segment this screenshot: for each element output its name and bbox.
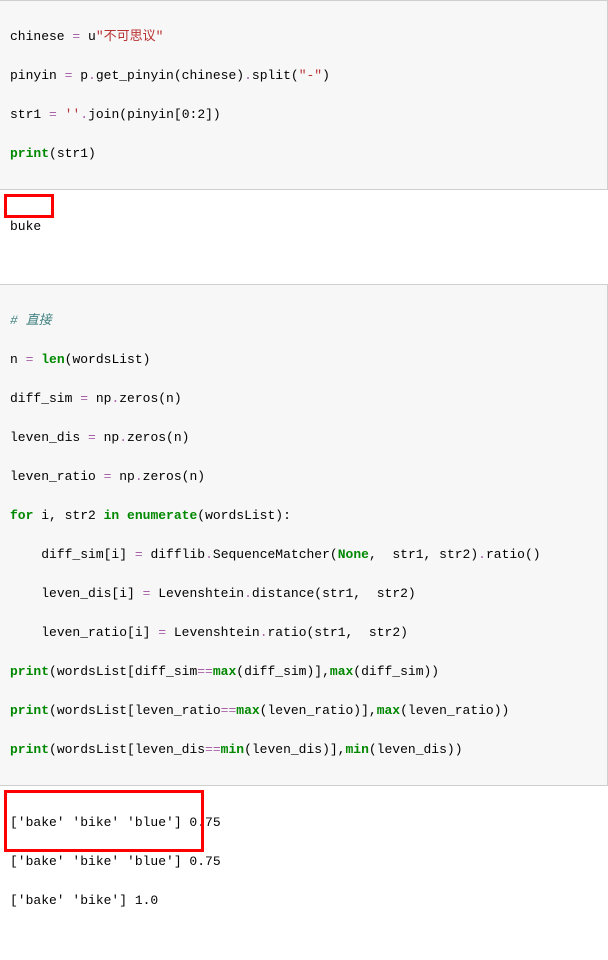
code-line: print(wordsList[leven_ratio==max(leven_r…: [10, 701, 597, 721]
output-text: ['bake' 'bike' 'blue'] 0.75: [10, 852, 598, 872]
code-line: pinyin = p.get_pinyin(chinese).split("-"…: [10, 66, 597, 86]
code-line: # 直接: [10, 311, 597, 331]
code-line: n = len(wordsList): [10, 350, 597, 370]
output-cell-2: ['bake' 'bike' 'blue'] 0.75 ['bake' 'bik…: [0, 786, 608, 960]
code-cell-1: chinese = u"不可思议" pinyin = p.get_pinyin(…: [0, 0, 608, 190]
code-line: for i, str2 in enumerate(wordsList):: [10, 506, 597, 526]
code-line: leven_dis[i] = Levenshtein.distance(str1…: [10, 584, 597, 604]
code-line: diff_sim[i] = difflib.SequenceMatcher(No…: [10, 545, 597, 565]
highlight-box-1: [4, 194, 54, 218]
code-cell-2: # 直接 n = len(wordsList) diff_sim = np.ze…: [0, 284, 608, 786]
output-text: ['bake' 'bike'] 1.0: [10, 891, 598, 911]
code-line: print(wordsList[leven_dis==min(leven_dis…: [10, 740, 597, 760]
output-text: ['bake' 'bike' 'blue'] 0.75: [10, 813, 598, 833]
code-line: str1 = ''.join(pinyin[0:2]): [10, 105, 597, 125]
output-cell-1: buke: [0, 190, 608, 267]
code-line: leven_dis = np.zeros(n): [10, 428, 597, 448]
code-line: chinese = u"不可思议": [10, 27, 597, 47]
code-line: leven_ratio[i] = Levenshtein.ratio(str1,…: [10, 623, 597, 643]
code-line: leven_ratio = np.zeros(n): [10, 467, 597, 487]
output-text: buke: [10, 219, 41, 234]
code-line: diff_sim = np.zeros(n): [10, 389, 597, 409]
code-line: print(str1): [10, 144, 597, 164]
code-line: print(wordsList[diff_sim==max(diff_sim)]…: [10, 662, 597, 682]
